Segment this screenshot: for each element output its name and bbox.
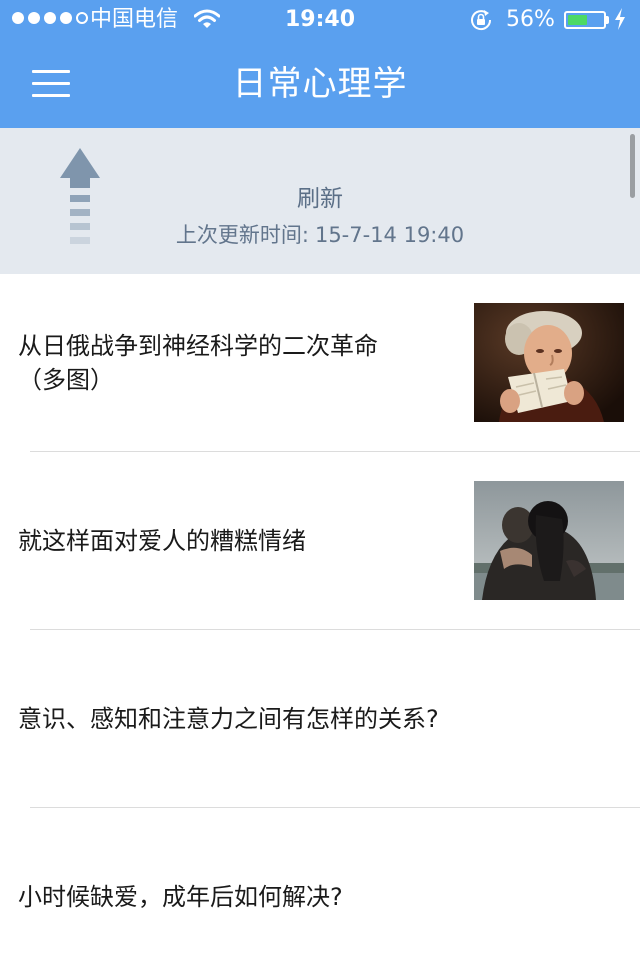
- last-update-value: 15-7-14 19:40: [314, 223, 465, 247]
- last-update-label: 上次更新时间:: [175, 223, 309, 247]
- rotation-lock-icon: [468, 8, 494, 38]
- article-title: 小时候缺爱，成年后如何解决?: [18, 808, 618, 960]
- top-bar: 中国电信 19:40 56% 日常心理学: [0, 0, 640, 128]
- article-title-line: 小时候缺爱，成年后如何解决?: [18, 883, 343, 911]
- article-title: 就这样面对爱人的糟糕情绪: [18, 452, 458, 630]
- pull-to-refresh-header: 刷新 上次更新时间: 15-7-14 19:40: [0, 128, 640, 274]
- article-title-line: 就这样面对爱人的糟糕情绪: [18, 527, 306, 555]
- article-item[interactable]: 就这样面对爱人的糟糕情绪: [0, 452, 640, 630]
- article-thumbnail[interactable]: [474, 303, 624, 422]
- article-thumbnail[interactable]: [474, 481, 624, 600]
- battery-icon: [564, 11, 606, 29]
- article-title: 意识、感知和注意力之间有怎样的关系?: [18, 630, 618, 808]
- scroll-indicator[interactable]: [630, 134, 635, 198]
- navigation-bar: 日常心理学: [0, 40, 640, 128]
- article-item[interactable]: 意识、感知和注意力之间有怎样的关系?: [0, 630, 640, 808]
- battery-percentage: 56%: [506, 7, 555, 32]
- article-item[interactable]: 从日俄战争到神经科学的二次革命 （多图）: [0, 274, 640, 452]
- article-title-line: 意识、感知和注意力之间有怎样的关系?: [18, 705, 439, 733]
- charging-bolt-icon: [614, 8, 626, 36]
- last-update-time: 上次更新时间: 15-7-14 19:40: [0, 220, 640, 250]
- page-title: 日常心理学: [232, 64, 408, 104]
- article-title: 从日俄战争到神经科学的二次革命 （多图）: [18, 274, 458, 452]
- status-bar: 中国电信 19:40 56%: [0, 0, 640, 40]
- refresh-label: 刷新: [297, 186, 343, 212]
- battery-tip: [606, 16, 609, 24]
- article-title-line: （多图）: [18, 366, 114, 394]
- article-title-line: 从日俄战争到神经科学的二次革命: [18, 332, 378, 360]
- app-screen: 中国电信 19:40 56% 日常心理学 刷新 上次更新时间: 15-7-14 …: [0, 0, 640, 960]
- battery-level-fill: [568, 15, 587, 25]
- article-item[interactable]: 小时候缺爱，成年后如何解决?: [0, 808, 640, 960]
- article-list: 从日俄战争到神经科学的二次革命 （多图） 就这样面对爱人的糟糕情绪 意识、感知和…: [0, 274, 640, 960]
